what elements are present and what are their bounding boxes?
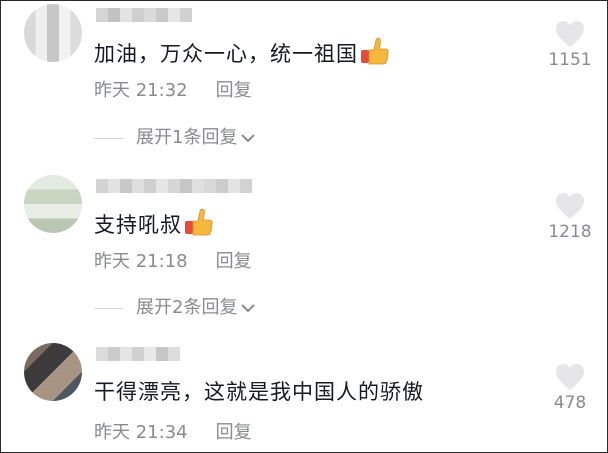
comment-text: 干得漂亮，这就是我中国人的骄傲 [94,380,424,404]
like-button[interactable]: 478 [535,363,605,413]
like-count: 1151 [548,50,592,70]
avatar[interactable] [24,4,82,62]
heart-icon [556,364,584,390]
expand-replies-button[interactable]: 展开1条回复 [94,127,257,149]
thumbs-up-emoji [185,208,213,236]
timestamp: 昨天 21:18 [94,251,188,272]
avatar[interactable] [24,343,82,401]
comment-text: 支持吼叔 [94,208,214,239]
like-button[interactable]: 1218 [535,192,605,242]
reply-button[interactable]: 回复 [216,80,252,101]
avatar[interactable] [24,175,82,233]
divider-dash [94,307,124,309]
divider-dash [94,137,124,139]
username-blurred[interactable] [96,8,192,26]
chevron-down-icon [241,304,256,313]
comment-text: 加油，万众一心，统一祖国 [94,37,390,68]
like-count: 478 [553,393,587,413]
expand-replies-button[interactable]: 展开2条回复 [94,297,257,319]
chevron-down-icon [241,134,256,143]
expand-replies-label: 展开2条回复 [136,297,238,318]
heart-icon [556,21,584,47]
comment-meta: 昨天 21:18 回复 [94,251,252,273]
reply-button[interactable]: 回复 [216,422,252,443]
thumbs-up-emoji [361,37,389,65]
like-count: 1218 [548,222,592,242]
comment-meta: 昨天 21:34 回复 [94,422,252,444]
username-blurred[interactable] [96,347,180,365]
timestamp: 昨天 21:34 [94,422,188,443]
comment-meta: 昨天 21:32 回复 [94,80,252,102]
like-button[interactable]: 1151 [535,20,605,70]
expand-replies-label: 展开1条回复 [136,127,238,148]
heart-icon [556,193,584,219]
username-blurred[interactable] [96,179,252,197]
reply-button[interactable]: 回复 [216,251,252,272]
timestamp: 昨天 21:32 [94,80,188,101]
